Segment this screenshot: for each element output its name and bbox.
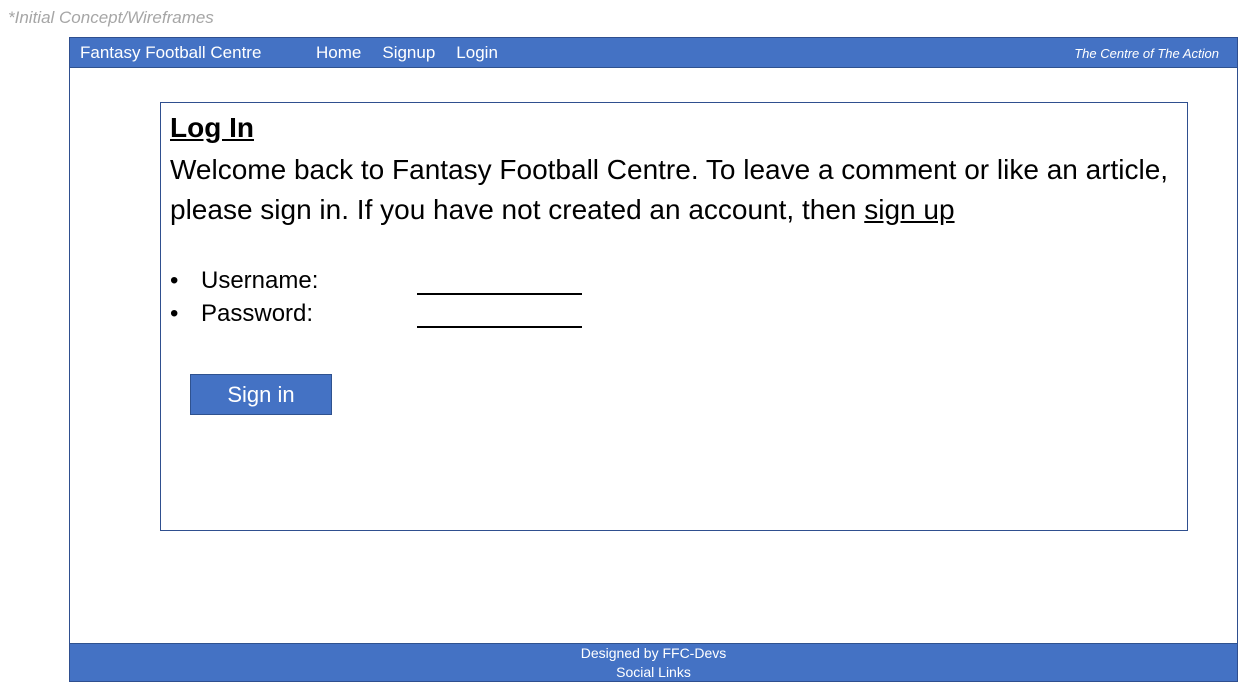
wireframe-annotation: *Initial Concept/Wireframes (8, 8, 214, 27)
top-navbar: Fantasy Football Centre Home Signup Logi… (70, 38, 1237, 68)
password-input[interactable] (417, 300, 582, 328)
page-footer: Designed by FFC-Devs Social Links (70, 643, 1237, 681)
username-input[interactable] (417, 267, 582, 295)
sign-in-button[interactable]: Sign in (190, 374, 332, 415)
bullet-icon: • (170, 300, 179, 327)
login-card: Log In Welcome back to Fantasy Football … (160, 102, 1188, 531)
brand-name[interactable]: Fantasy Football Centre (80, 43, 261, 63)
signup-link[interactable]: sign up (864, 194, 954, 225)
page-frame: Fantasy Football Centre Home Signup Logi… (69, 37, 1238, 682)
password-label: Password: (201, 300, 314, 327)
login-intro: Welcome back to Fantasy Football Centre.… (170, 150, 1170, 230)
social-links[interactable]: Social Links (70, 663, 1237, 682)
username-label: Username: (201, 267, 319, 294)
login-title: Log In (170, 112, 254, 143)
nav-home-link[interactable]: Home (316, 43, 361, 63)
login-intro-text: Welcome back to Fantasy Football Centre.… (170, 154, 1169, 225)
footer-credit: Designed by FFC-Devs (580, 645, 727, 661)
site-tagline: The Centre of The Action (1074, 46, 1219, 61)
bullet-icon: • (170, 267, 179, 294)
nav-links: Home Signup Login (316, 43, 498, 63)
nav-signup-link[interactable]: Signup (382, 43, 435, 63)
nav-login-link[interactable]: Login (456, 43, 498, 63)
